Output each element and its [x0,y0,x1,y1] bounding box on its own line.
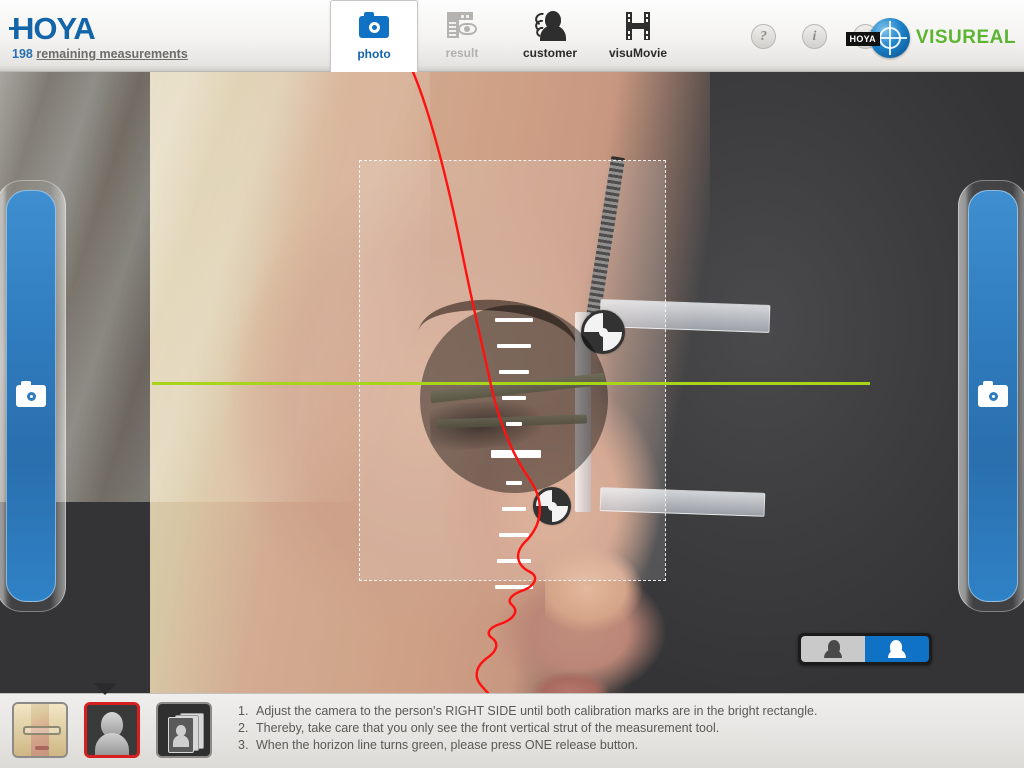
calibration-mark-upper [581,310,625,354]
ruler-eye-icon [445,10,479,42]
visureal-logo: HOYA VISUREAL [845,18,1016,58]
instruction-text: Thereby, take care that you only see the… [256,721,720,735]
tab-visumovie[interactable]: visuMovie [594,0,682,72]
instruction-text: When the horizon line turns green, pleas… [256,738,639,752]
thumbnail-photo-stack[interactable] [156,702,212,758]
instruction-number: 1. [238,704,249,718]
person-icon [532,10,567,42]
app-header: HOYA 198 remaining measurements photo re… [0,0,1024,72]
head-right-icon [887,640,907,658]
visureal-hoya-badge: HOYA [845,32,880,46]
instruction-number: 2. [238,721,249,735]
selected-thumbnail-caret [93,683,117,695]
subject-nose [545,527,705,657]
visureal-wordmark: VISUREAL [915,27,1016,48]
instruction-list: 1. Adjust the camera to the person's RIG… [238,703,998,754]
instruction-item: 2. Thereby, take care that you only see … [238,720,998,737]
calibration-mark-lower [533,487,571,525]
thumbnail-strip [12,702,212,758]
tab-result-label: result [445,46,479,60]
help-icon[interactable]: ? [751,24,776,49]
release-button-right[interactable] [958,180,1024,612]
tab-photo[interactable]: photo [330,0,418,72]
tab-result[interactable]: result [418,0,506,72]
hoya-logo: HOYA [9,13,188,44]
head-left-icon [823,640,843,658]
tab-visumovie-label: visuMovie [608,46,668,60]
hoya-logo-bar [9,27,31,30]
tab-customer[interactable]: customer [506,0,594,72]
main-tabs: photo result customer visuMovie [330,0,682,72]
tab-photo-label: photo [357,47,391,61]
remaining-count: 198 [12,47,33,61]
remaining-measurements: 198 remaining measurements [12,47,188,61]
thumbnail-side-profile[interactable] [84,702,140,758]
camera-preview[interactable] [0,72,1024,693]
app-footer: 1. Adjust the camera to the person's RIG… [0,683,1024,768]
camera-icon [978,381,1008,407]
application-window: HOYA 198 remaining measurements photo re… [0,0,1024,768]
instruction-text: Adjust the camera to the person's RIGHT … [256,704,818,718]
tab-customer-label: customer [522,46,578,60]
film-icon [621,10,655,42]
instruction-number: 3. [238,738,249,752]
camera-icon [16,381,46,407]
measurement-tool-upper-arm [599,299,771,333]
toggle-left-profile[interactable] [801,636,865,662]
subject-lips [520,672,640,693]
profile-side-toggle[interactable] [798,633,932,665]
instruction-item: 3. When the horizon line turns green, pl… [238,737,998,754]
brand-block: HOYA 198 remaining measurements [9,13,188,61]
camera-icon [357,11,391,43]
thumbnail-front-photo[interactable] [12,702,68,758]
toggle-right-profile[interactable] [865,636,929,662]
remaining-label[interactable]: remaining measurements [36,47,187,61]
info-icon[interactable]: i [802,24,827,49]
release-button-left[interactable] [0,180,66,612]
instruction-item: 1. Adjust the camera to the person's RIG… [238,703,998,720]
